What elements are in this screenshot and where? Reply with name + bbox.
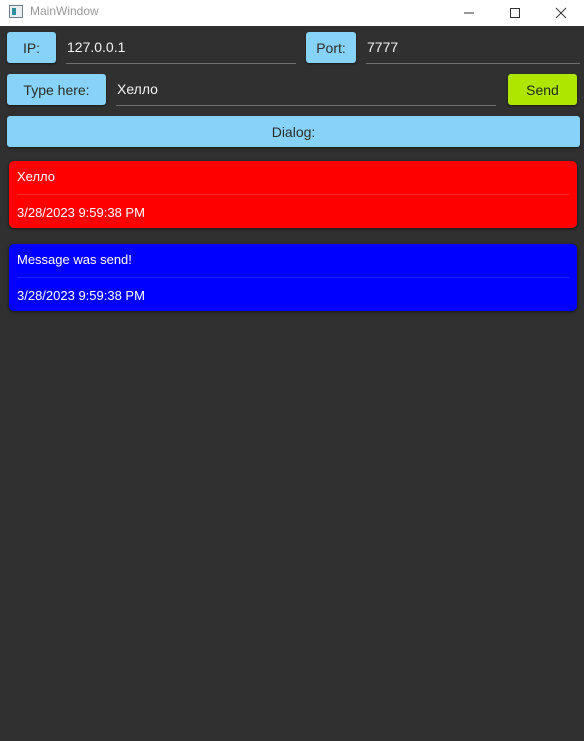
message-bubble: Хелло 3/28/2023 9:59:38 PM — [9, 161, 577, 228]
ip-label: IP: — [7, 32, 56, 63]
message-text: Хелло — [17, 169, 56, 184]
port-label: Port: — [306, 32, 356, 63]
close-button[interactable] — [538, 0, 584, 26]
send-button[interactable]: Send — [508, 74, 577, 105]
main-window: MainWindow IP: 127.0.0.1 Port: 7777 Type… — [0, 0, 584, 741]
maximize-button[interactable] — [492, 0, 538, 26]
app-icon — [9, 5, 23, 18]
message-timestamp: 3/28/2023 9:59:38 PM — [17, 205, 145, 220]
message-input[interactable]: Хелло — [116, 79, 496, 106]
maximize-icon — [510, 8, 520, 18]
port-input[interactable]: 7777 — [366, 37, 580, 64]
window-title: MainWindow — [30, 4, 99, 18]
type-here-label: Type here: — [7, 74, 106, 105]
ip-input[interactable]: 127.0.0.1 — [66, 37, 296, 64]
close-icon — [555, 7, 567, 19]
message-timestamp: 3/28/2023 9:59:38 PM — [17, 288, 145, 303]
message-divider — [17, 277, 569, 278]
message-text: Message was send! — [17, 252, 132, 267]
minimize-icon — [464, 12, 474, 14]
message-divider — [17, 194, 569, 195]
title-bar: MainWindow — [0, 0, 584, 26]
minimize-button[interactable] — [446, 0, 492, 26]
message-bubble: Message was send! 3/28/2023 9:59:38 PM — [9, 244, 577, 311]
dialog-header: Dialog: — [7, 116, 580, 147]
